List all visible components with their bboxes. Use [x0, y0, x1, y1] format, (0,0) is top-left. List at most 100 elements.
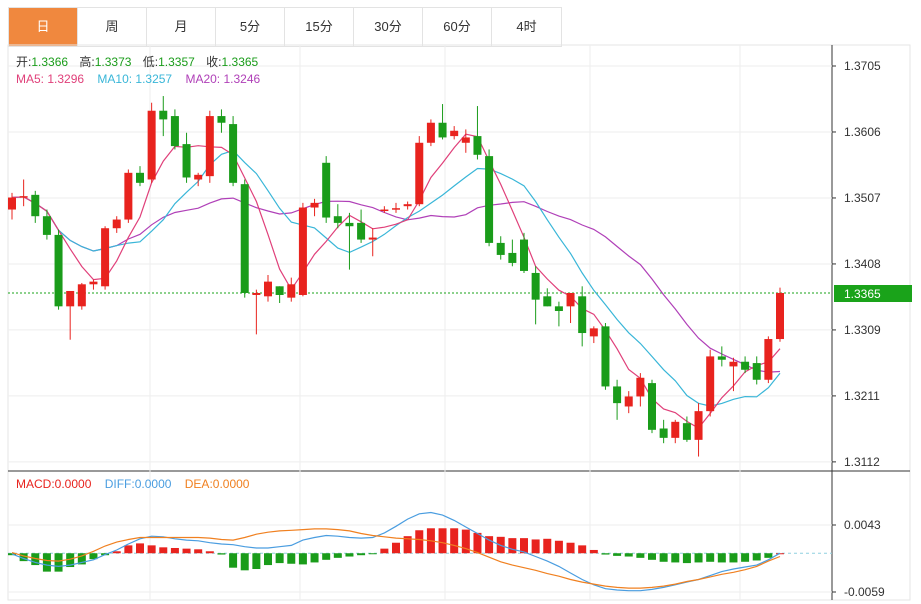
candle-body [392, 208, 400, 210]
price-tick-label: 1.3705 [844, 59, 881, 73]
candle-body [543, 296, 552, 307]
candle-body [752, 363, 761, 380]
candle-body [287, 284, 296, 298]
macd-legend-value: MACD:0.0000 [16, 477, 92, 491]
chart-frame [7, 44, 911, 601]
candle-body [717, 356, 726, 360]
candle [66, 290, 75, 340]
candle-body [531, 272, 540, 300]
macd-bar [694, 553, 703, 563]
candle [217, 109, 226, 133]
candle-body [671, 421, 680, 438]
macd-bar [729, 553, 738, 563]
candle-body [42, 216, 51, 235]
macd-bar [578, 545, 587, 554]
candle-body [741, 361, 750, 370]
price-tick-label: 1.3507 [844, 191, 881, 205]
candle-body [554, 306, 563, 312]
macd-bar [531, 539, 540, 554]
macd-tick-label: -0.0059 [844, 585, 885, 599]
candle [717, 346, 726, 367]
candle [275, 286, 284, 303]
price-tick-label: 1.3112 [844, 455, 880, 469]
macd-bar [42, 553, 51, 572]
candle [310, 198, 319, 217]
candle-body [694, 411, 703, 440]
macd-tick-label: 0.0043 [844, 518, 881, 532]
candle [624, 391, 633, 414]
candle-body [426, 122, 435, 143]
candle [764, 336, 773, 384]
candle-body [589, 328, 598, 337]
macd-bar [566, 542, 575, 554]
candle-body [578, 296, 587, 334]
candle [159, 96, 168, 137]
candle [543, 288, 552, 307]
candle [694, 403, 703, 457]
macd-bar [554, 540, 563, 554]
candle-body [205, 116, 214, 177]
macd-bar [182, 548, 191, 554]
candle [322, 156, 331, 223]
candle-body [275, 286, 284, 295]
candle [264, 274, 272, 302]
macd-bar [229, 553, 238, 568]
high-label: 高: [79, 54, 94, 69]
ma10-legend: MA10: 1.3257 [97, 72, 172, 86]
candle-body [613, 386, 622, 404]
candle [554, 301, 563, 327]
candle [531, 266, 540, 325]
candle-body [8, 197, 16, 210]
candle-body [182, 144, 191, 178]
candle-body [659, 428, 668, 438]
candlestick-chart[interactable]: 1.3705 1.3606 1.3507 1.3408 1.3309 1.3211 1.31… [0, 0, 921, 604]
candle [124, 169, 133, 223]
macd-bar [671, 553, 680, 563]
candle [485, 149, 494, 247]
macd-bar [136, 543, 144, 554]
macd-bar [473, 532, 482, 554]
high-value: 1.3373 [95, 55, 132, 69]
candle-body [31, 194, 40, 217]
candle [636, 373, 645, 407]
macd-bar [682, 553, 691, 564]
macd-bar [543, 538, 552, 554]
macd-bar [217, 553, 226, 555]
candle-body [112, 219, 121, 229]
candle [706, 349, 715, 417]
candle [240, 179, 249, 298]
candle-body [89, 281, 98, 285]
price-tick-label: 1.3309 [844, 323, 881, 337]
candle-body [636, 377, 645, 397]
candle [426, 119, 435, 147]
candle [682, 416, 691, 442]
candle [357, 209, 366, 243]
candle-body [159, 110, 168, 120]
candle-body [496, 242, 505, 255]
candle-body [450, 130, 459, 137]
candle-body [170, 116, 179, 147]
macd-bar [170, 547, 179, 554]
ma20-line [11, 196, 781, 373]
candle-body [438, 122, 447, 138]
macd-bar [741, 553, 750, 562]
candle-body [194, 174, 203, 180]
macd-bar [333, 553, 342, 558]
macd-bar [147, 545, 156, 554]
candle-body [19, 196, 28, 198]
candle [136, 166, 144, 187]
macd-bar [764, 553, 773, 558]
candle-body [380, 209, 389, 212]
macd-bar [380, 548, 389, 554]
macd-bar [205, 551, 214, 554]
candle-body [520, 239, 528, 271]
macd-bar [298, 553, 307, 565]
candle [89, 279, 98, 290]
candle [298, 202, 307, 297]
macd-bar [368, 553, 377, 555]
candle-body [648, 383, 656, 430]
candle [252, 289, 261, 335]
macd-bar [508, 538, 517, 554]
macd-bar [717, 553, 726, 563]
macd-bar [752, 553, 761, 561]
